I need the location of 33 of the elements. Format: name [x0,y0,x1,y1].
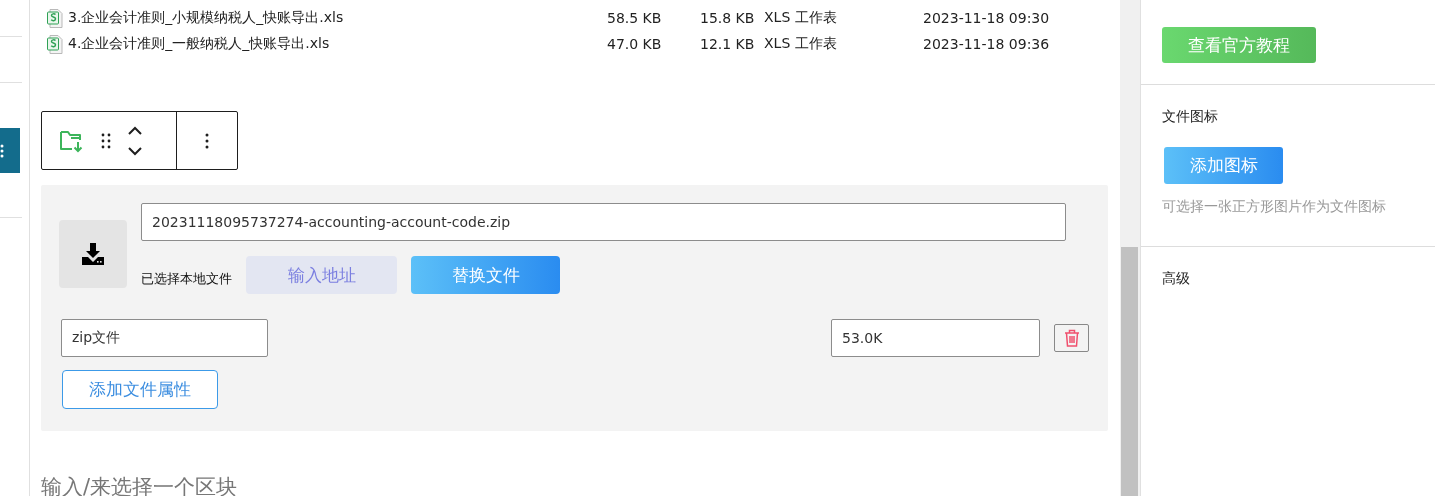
drag-handle-icon[interactable] [101,132,111,149]
scrollbar-thumb[interactable] [1121,247,1138,496]
more-icon[interactable] [205,132,209,149]
spreadsheet-file-icon [47,34,63,54]
file-type: XLS 工作表 [764,35,838,53]
enter-url-button[interactable]: 输入地址 [246,256,397,294]
folder-download-icon[interactable] [59,128,85,153]
section-title: 高级 [1162,269,1191,288]
replace-file-button[interactable]: 替换文件 [411,256,560,294]
modified-date: 2023-11-18 09:36 [923,36,1050,52]
source-label: 已选择本地文件 [141,270,232,288]
download-icon [81,242,105,266]
file-name[interactable]: 4.企业会计准则_一般纳税人_快账导出.xls [68,35,330,53]
move-up-down-icon[interactable] [127,125,143,156]
delete-button[interactable] [1054,324,1089,352]
spreadsheet-file-icon [47,8,63,28]
sidebar-tab[interactable] [0,128,20,173]
attribute-name-field[interactable]: zip文件 [61,319,268,357]
file-size: 47.0 KB [607,36,663,52]
attribute-value-field[interactable]: 53.0K [831,319,1040,357]
file-name[interactable]: 3.企业会计准则_小规模纳税人_快账导出.xls [68,9,344,27]
trash-icon [1063,329,1080,347]
file-url-field[interactable]: 20231118095737274-accounting-account-code.zip [141,203,1066,241]
add-attribute-button[interactable]: 添加文件属性 [62,370,218,409]
hint-text: 可选择一张正方形图片作为文件图标 [1162,198,1387,216]
file-type: XLS 工作表 [764,9,838,27]
compressed-size: 15.8 KB [700,10,756,26]
compressed-size: 12.1 KB [700,36,756,52]
section-title: 文件图标 [1162,107,1219,126]
more-icon [0,143,4,158]
modified-date: 2023-11-18 09:30 [923,10,1050,26]
file-size: 58.5 KB [607,10,663,26]
add-icon-button[interactable]: 添加图标 [1164,147,1283,184]
